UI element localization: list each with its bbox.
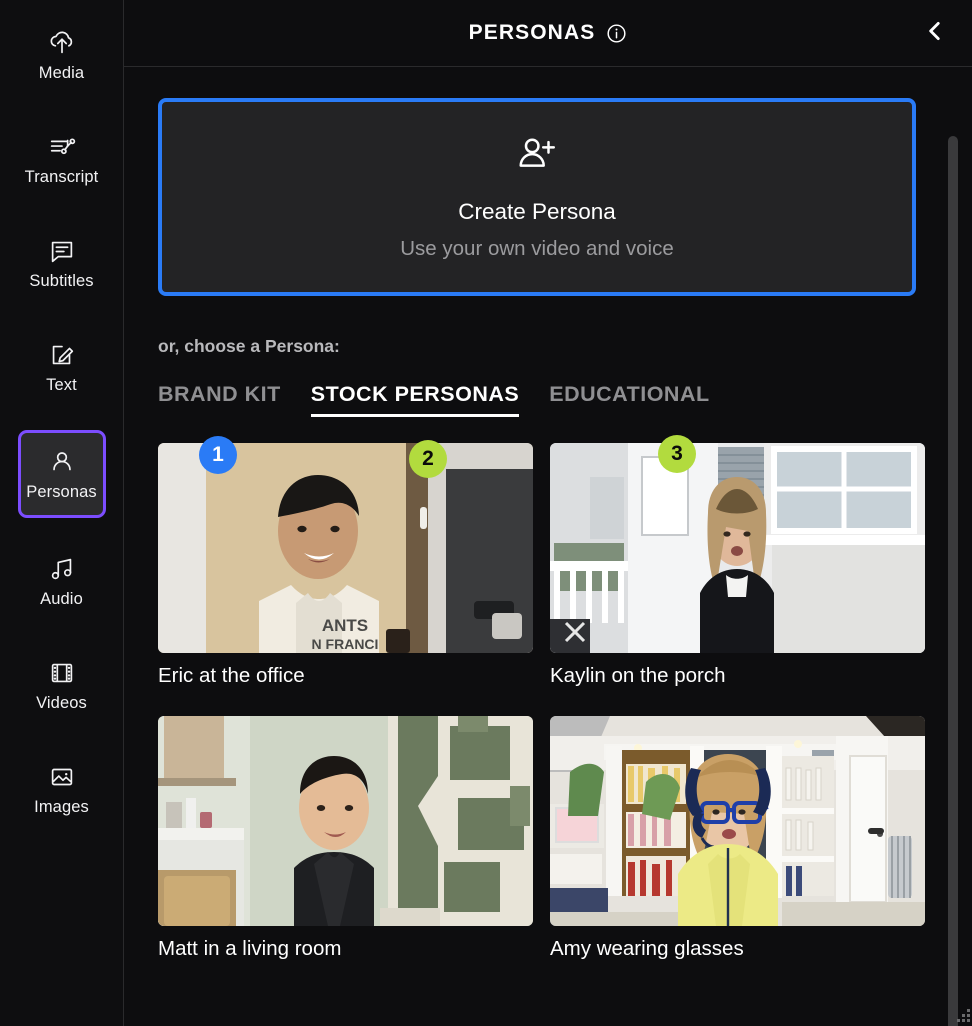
- persona-thumbnail: [550, 443, 925, 653]
- choose-persona-label: or, choose a Persona:: [158, 336, 340, 356]
- persona-thumbnail: [158, 715, 533, 926]
- persona-card-eric[interactable]: ANTS N FRANCI Eric at the office: [158, 443, 533, 688]
- persona-card-label: Matt in a living room: [158, 936, 342, 960]
- sidebar-item-images[interactable]: Images: [14, 748, 110, 830]
- sidebar-item-media[interactable]: Media: [14, 14, 110, 96]
- sidebar-item-personas[interactable]: Personas: [17, 430, 106, 518]
- sidebar: Media Transcript Subtitles Text Personas…: [0, 0, 124, 1026]
- persona-card-label: Amy wearing glasses: [550, 936, 744, 960]
- panel-content: Create Persona Use your own video and vo…: [124, 68, 972, 960]
- create-persona-title: Create Persona: [458, 199, 616, 224]
- sidebar-item-text[interactable]: Text: [14, 326, 110, 408]
- persona-category-tabs: BRAND KIT STOCK PERSONAS EDUCATIONAL: [158, 382, 930, 417]
- persona-card-label: Kaylin on the porch: [550, 664, 726, 687]
- sidebar-item-label: Personas: [26, 483, 97, 502]
- person-icon: [47, 447, 77, 477]
- personas-panel: PERSONAS Create Persona Use your own vid…: [124, 0, 972, 1026]
- svg-text:ANTS: ANTS: [322, 616, 368, 635]
- svg-text:N FRANCI: N FRANCI: [312, 636, 379, 652]
- user-plus-icon: [514, 133, 560, 179]
- header-title-group: PERSONAS: [469, 21, 628, 45]
- annotation-badge-2: 2: [409, 440, 447, 478]
- transcript-icon: [47, 132, 77, 162]
- sidebar-item-audio[interactable]: Audio: [14, 540, 110, 622]
- persona-thumbnail: ANTS N FRANCI: [158, 443, 533, 653]
- annotation-badge-1: 1: [199, 436, 237, 474]
- film-icon: [47, 658, 77, 688]
- persona-card-amy[interactable]: Amy wearing glasses: [550, 715, 925, 961]
- sidebar-item-label: Audio: [40, 590, 83, 609]
- tab-stock-personas[interactable]: STOCK PERSONAS: [310, 382, 520, 417]
- persona-grid: ANTS N FRANCI Eric at the office Kaylin …: [158, 443, 930, 960]
- personas-panel-app: Media Transcript Subtitles Text Personas…: [0, 0, 972, 1026]
- sidebar-item-label: Images: [34, 798, 89, 817]
- music-note-icon: [47, 554, 77, 584]
- subtitles-icon: [47, 236, 77, 266]
- image-icon: [47, 762, 77, 792]
- info-circle-icon[interactable]: [606, 23, 627, 44]
- sidebar-item-label: Videos: [36, 694, 87, 713]
- sidebar-item-videos[interactable]: Videos: [14, 644, 110, 726]
- create-persona-card[interactable]: Create Persona Use your own video and vo…: [158, 98, 916, 296]
- tab-brand-kit[interactable]: BRAND KIT: [158, 382, 281, 417]
- back-button[interactable]: [914, 12, 956, 54]
- sidebar-item-transcript[interactable]: Transcript: [14, 118, 110, 200]
- vertical-scrollbar-track[interactable]: [948, 136, 958, 1026]
- sidebar-item-subtitles[interactable]: Subtitles: [14, 222, 110, 304]
- cloud-upload-icon: [47, 28, 77, 58]
- persona-card-matt[interactable]: Matt in a living room: [158, 715, 533, 961]
- vertical-scrollbar-thumb[interactable]: [948, 136, 958, 1026]
- create-persona-subtitle: Use your own video and voice: [400, 237, 674, 260]
- chevron-left-icon: [922, 18, 948, 49]
- sidebar-item-label: Media: [38, 64, 85, 83]
- annotation-badge-3: 3: [658, 435, 696, 473]
- text-edit-icon: [47, 340, 77, 370]
- resize-grip-icon[interactable]: [957, 1009, 970, 1023]
- panel-header: PERSONAS: [124, 0, 972, 67]
- panel-scroll-body: Create Persona Use your own video and vo…: [124, 68, 972, 1026]
- persona-thumbnail: [550, 715, 925, 926]
- sidebar-item-label: Subtitles: [29, 272, 94, 291]
- page-title: PERSONAS: [468, 21, 596, 44]
- sidebar-item-label: Text: [46, 376, 77, 395]
- persona-card-label: Eric at the office: [158, 664, 305, 687]
- sidebar-item-label: Transcript: [24, 168, 99, 187]
- persona-card-kaylin[interactable]: Kaylin on the porch: [550, 443, 925, 688]
- tab-educational[interactable]: EDUCATIONAL: [549, 382, 709, 417]
